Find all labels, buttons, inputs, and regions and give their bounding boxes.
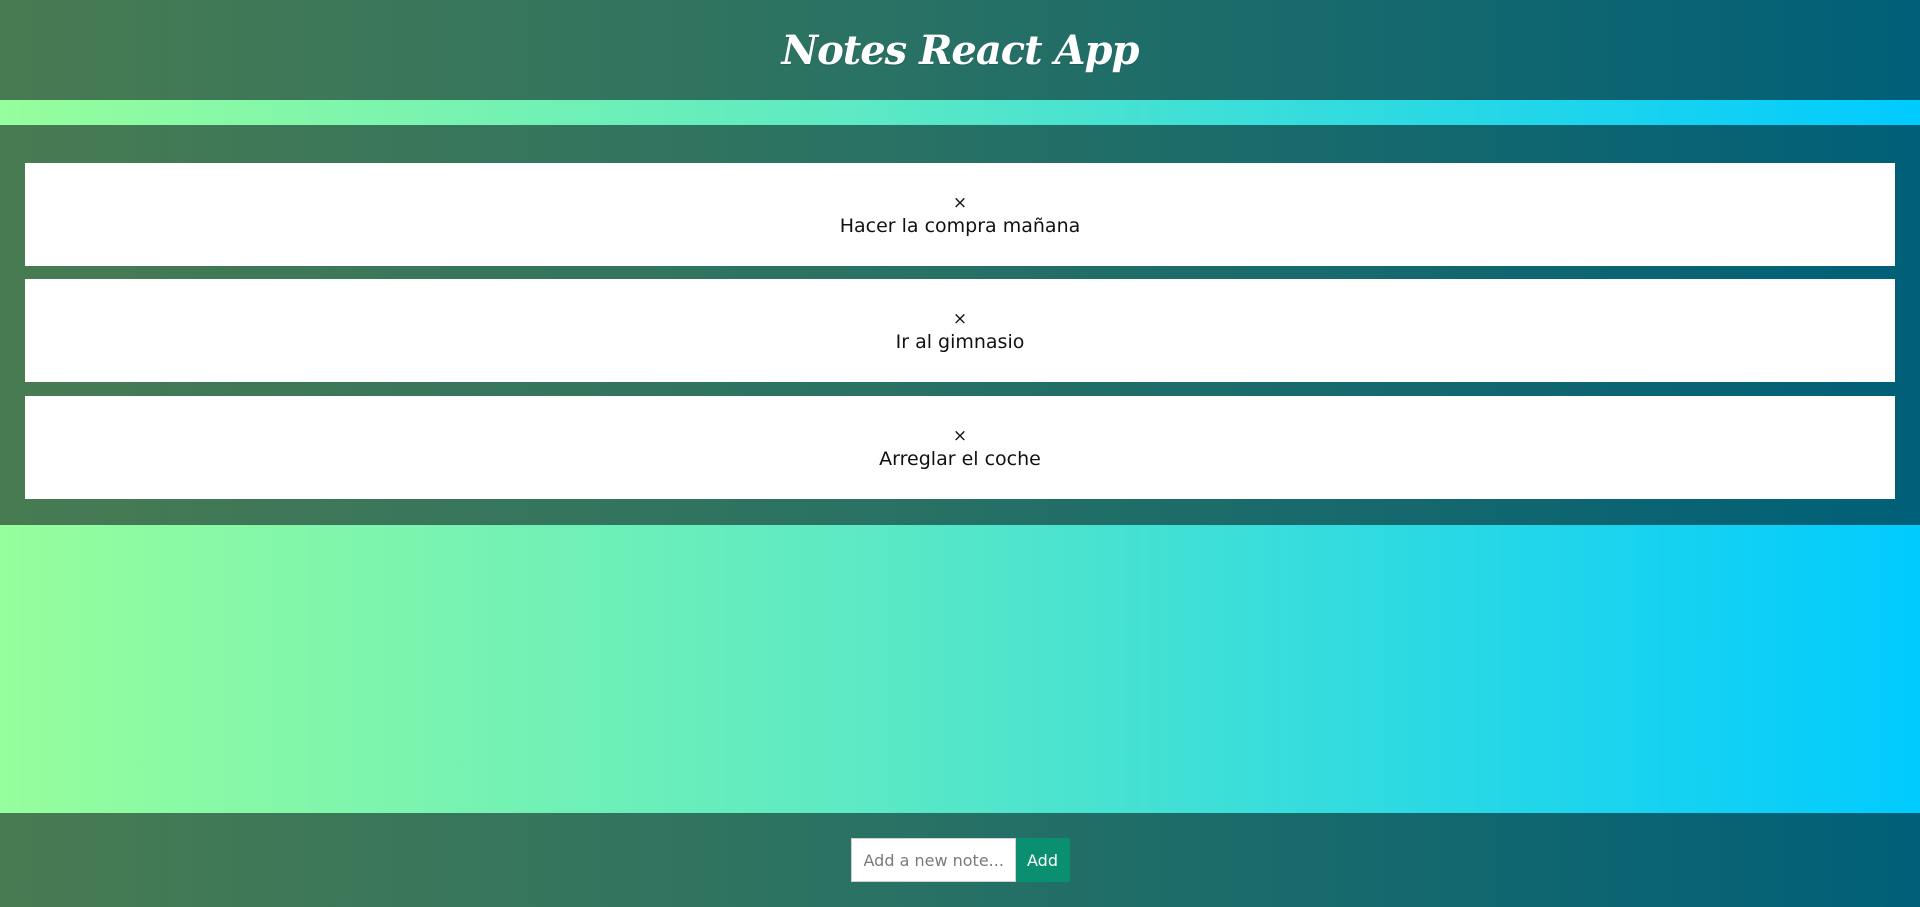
note-card: × Ir al gimnasio [25,279,1895,382]
delete-note-button[interactable]: × [953,193,967,213]
new-note-input[interactable] [850,838,1016,882]
page-title: Notes React App [781,26,1140,74]
note-text: Hacer la compra mañana [839,214,1081,237]
add-note-button[interactable]: Add [1015,838,1070,882]
note-card: × Hacer la compra mañana [25,163,1895,266]
add-note-bar: Add [0,813,1920,907]
delete-note-button[interactable]: × [953,309,967,329]
note-card: × Arreglar el coche [25,396,1895,499]
delete-note-button[interactable]: × [953,426,967,446]
note-text: Ir al gimnasio [895,330,1025,353]
notes-list: × Hacer la compra mañana × Ir al gimnasi… [0,125,1920,525]
note-text: Arreglar el coche [879,447,1041,470]
app-header: Notes React App [0,0,1920,100]
